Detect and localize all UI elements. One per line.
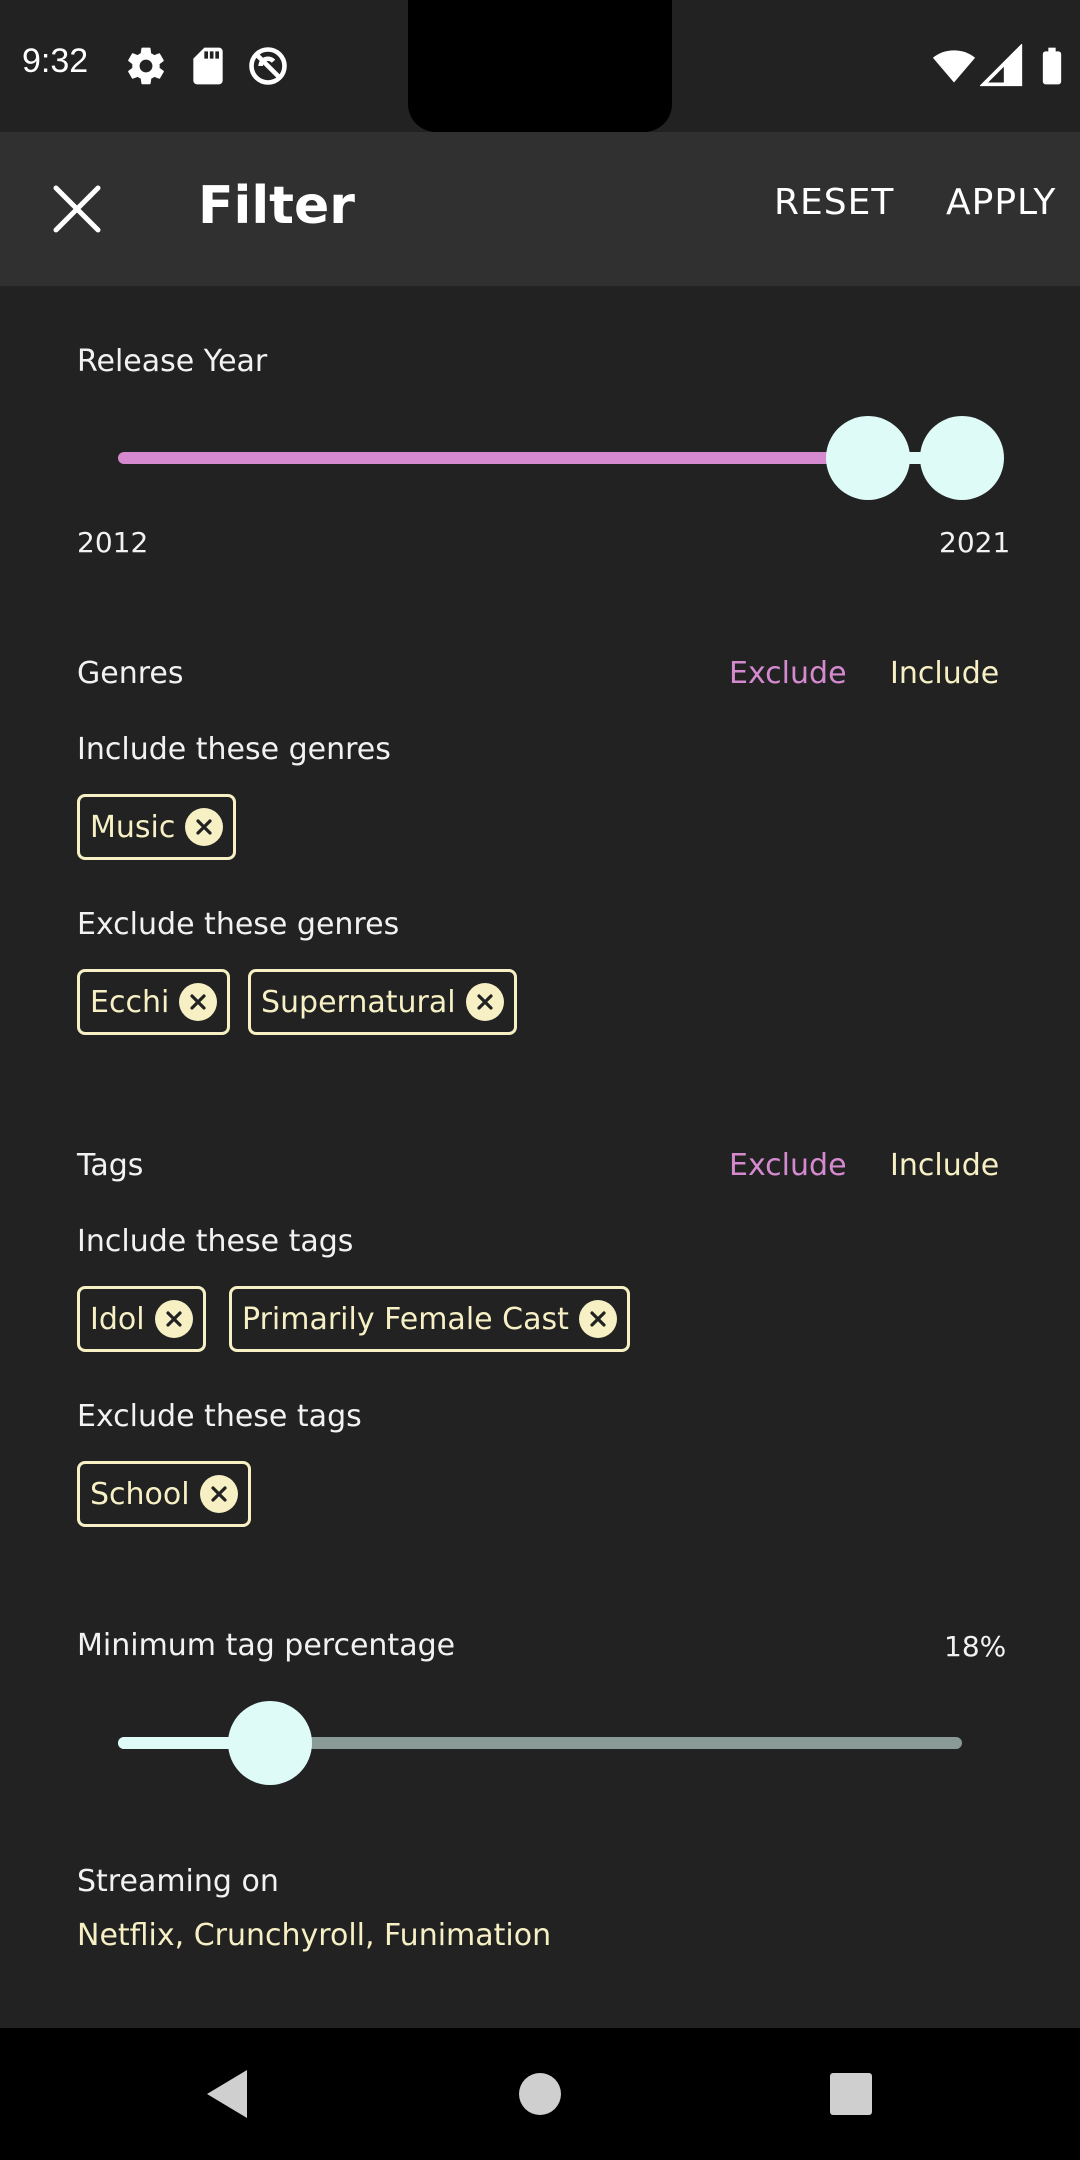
genres-include-button[interactable]: Include (890, 656, 999, 691)
min-tag-percentage-thumb[interactable] (227, 1701, 312, 1785)
release-year-start-thumb[interactable] (826, 416, 911, 500)
recents-button[interactable] (821, 2064, 881, 2124)
tag-chip-idol[interactable]: Idol (77, 1286, 206, 1352)
home-icon (519, 2073, 561, 2115)
remove-chip-icon[interactable] (185, 808, 224, 846)
genre-chip-supernatural[interactable]: Supernatural (248, 969, 517, 1035)
chip-label: Idol (90, 1301, 145, 1337)
release-year-min-label: 2012 (77, 526, 149, 559)
release-year-label: Release Year (77, 344, 268, 379)
remove-chip-icon[interactable] (154, 1300, 193, 1338)
recents-icon (830, 2073, 872, 2115)
sd-card-icon (186, 44, 230, 88)
genre-chip-music[interactable]: Music (77, 794, 237, 860)
page-title: Filter (198, 176, 355, 236)
tags-exclude-button[interactable]: Exclude (729, 1148, 847, 1183)
apply-button[interactable]: APPLY (946, 182, 1056, 223)
release-year-end-thumb[interactable] (920, 416, 1004, 500)
include-tags-heading: Include these tags (77, 1224, 354, 1259)
remove-chip-icon[interactable] (578, 1300, 617, 1338)
settings-icon (124, 44, 168, 88)
remove-chip-icon[interactable] (179, 983, 218, 1021)
remove-chip-icon[interactable] (199, 1475, 238, 1513)
back-icon (207, 2070, 247, 2118)
exclude-tags-heading: Exclude these tags (77, 1399, 362, 1434)
streaming-label: Streaming on (77, 1864, 279, 1899)
release-year-max-label: 2021 (939, 526, 1011, 559)
back-button[interactable] (197, 2064, 257, 2124)
min-tag-percentage-label: Minimum tag percentage (77, 1628, 456, 1663)
streaming-services[interactable]: Netflix, Crunchyroll, Funimation (77, 1918, 551, 1953)
battery-icon (1030, 44, 1074, 88)
genres-exclude-button[interactable]: Exclude (729, 656, 847, 691)
tags-include-button[interactable]: Include (890, 1148, 999, 1183)
exclude-genres-heading: Exclude these genres (77, 907, 400, 942)
chip-label: Supernatural (261, 984, 456, 1020)
tag-chip-primarily-female-cast[interactable]: Primarily Female Cast (229, 1286, 630, 1352)
app-bar (0, 132, 1080, 286)
reset-button[interactable]: RESET (774, 182, 894, 223)
chip-label: Primarily Female Cast (242, 1301, 569, 1337)
cell-signal-icon (979, 43, 1024, 88)
genres-title: Genres (77, 656, 184, 691)
chip-label: Ecchi (90, 984, 170, 1020)
min-tag-percentage-value: 18% (944, 1630, 1007, 1663)
tags-title: Tags (77, 1148, 144, 1183)
close-button[interactable] (40, 172, 114, 246)
sync-off-icon (246, 44, 290, 88)
tag-chip-school[interactable]: School (77, 1461, 251, 1527)
home-button[interactable] (510, 2064, 570, 2124)
camera-notch (408, 0, 672, 132)
remove-chip-icon[interactable] (465, 983, 504, 1021)
close-icon (53, 185, 101, 233)
chip-label: Music (90, 809, 176, 845)
status-time: 9:32 (22, 42, 89, 80)
wifi-icon (932, 44, 976, 88)
chip-label: School (90, 1476, 190, 1512)
include-genres-heading: Include these genres (77, 732, 391, 767)
genre-chip-ecchi[interactable]: Ecchi (77, 969, 231, 1035)
